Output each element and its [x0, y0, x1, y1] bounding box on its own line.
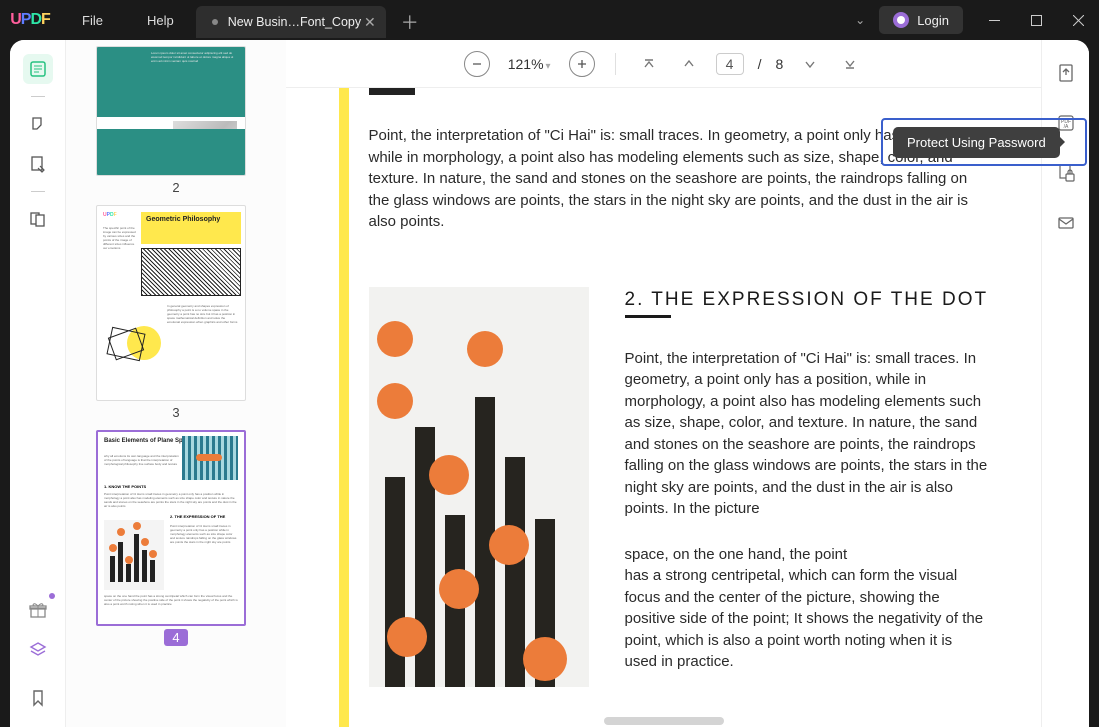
first-page-button[interactable] [636, 51, 662, 77]
layers-icon[interactable] [23, 635, 53, 665]
page-accent-stripe [339, 88, 349, 727]
window-close[interactable] [1057, 0, 1099, 40]
bookmark-icon[interactable] [23, 683, 53, 713]
new-tab-button[interactable]: ＋ [394, 6, 426, 38]
mail-icon[interactable] [1051, 208, 1081, 238]
zoom-level[interactable]: 121%▾ [504, 56, 555, 72]
document-tab[interactable]: New Busin…Font_Copy ✕ [196, 6, 386, 38]
last-page-button[interactable] [837, 51, 863, 77]
window-maximize[interactable] [1015, 0, 1057, 40]
page-input[interactable]: 4 [716, 53, 744, 75]
document-viewport[interactable]: Point, the interpretation of "Ci Hai" is… [286, 88, 1041, 727]
thumb-label: 4 [96, 626, 256, 649]
thumbnail-page-3[interactable]: UPDF Geometric Philosophy The specific p… [96, 205, 256, 424]
tab-overflow-chevron[interactable]: ⌄ [841, 13, 879, 27]
article-image [369, 287, 589, 687]
titlebar: UPDF File Help New Busin…Font_Copy ✕ ＋ ⌄… [0, 0, 1099, 40]
thumbnail-page-2[interactable]: Lorem ipsum dolor sit amet consectetur a… [96, 46, 256, 199]
view-toolbar: 121%▾ 4 / 8 [286, 40, 1041, 88]
section-heading: 2. THE EXPRESSION OF THE DOT [625, 287, 989, 313]
tab-close-button[interactable]: ✕ [364, 14, 376, 31]
tab-title: New Busin…Font_Copy [228, 15, 361, 29]
avatar-icon [893, 12, 909, 28]
zoom-in-button[interactable] [569, 51, 595, 77]
thumb-label: 2 [96, 176, 256, 199]
menu-help[interactable]: Help [125, 0, 196, 40]
prev-page-button[interactable] [676, 51, 702, 77]
thumbnail-panel[interactable]: Lorem ipsum dolor sit amet consectetur a… [66, 40, 286, 727]
workspace: Lorem ipsum dolor sit amet consectetur a… [10, 40, 1089, 727]
login-button[interactable]: Login [879, 6, 963, 34]
page-separator: / [758, 56, 762, 72]
protect-tooltip-highlight: Protect Using Password [881, 118, 1087, 166]
thumbnail-page-4[interactable]: Basic Elements of Plane Space why all em… [96, 430, 256, 649]
window-minimize[interactable] [973, 0, 1015, 40]
gift-icon[interactable] [23, 595, 53, 625]
export-icon[interactable] [1051, 58, 1081, 88]
paragraph: space, on the one hand, the point has a … [625, 544, 989, 673]
next-page-button[interactable] [797, 51, 823, 77]
edit-tool-icon[interactable] [23, 149, 53, 179]
menu-file[interactable]: File [60, 0, 125, 40]
zoom-out-button[interactable] [464, 51, 490, 77]
paragraph: Point, the interpretation of "Ci Hai" is… [625, 348, 989, 520]
page-total: 8 [775, 56, 783, 72]
thumb-label: 3 [96, 401, 256, 424]
login-label: Login [917, 13, 949, 28]
page-tool-icon[interactable] [23, 204, 53, 234]
tab-dot-icon [212, 19, 218, 25]
page-content: Point, the interpretation of "Ci Hai" is… [319, 88, 1009, 727]
comment-tool-icon[interactable] [23, 109, 53, 139]
horizontal-scrollbar[interactable] [604, 717, 724, 725]
app-logo: UPDF [0, 11, 60, 29]
protect-tooltip: Protect Using Password [893, 127, 1060, 158]
reader-mode-icon[interactable] [23, 54, 53, 84]
left-rail [10, 40, 66, 727]
